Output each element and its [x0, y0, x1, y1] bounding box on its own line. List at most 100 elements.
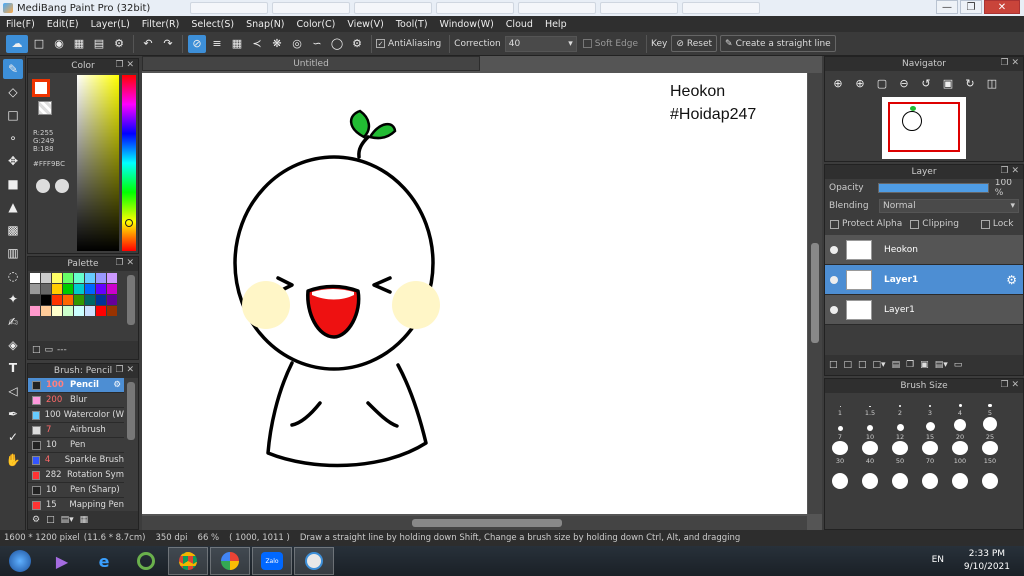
- circle-snap-icon[interactable]: ◯: [328, 35, 346, 53]
- palette-swatch[interactable]: [63, 295, 73, 305]
- clipping-checkbox[interactable]: [910, 219, 920, 229]
- zoom-out-icon[interactable]: ⊖: [895, 74, 913, 92]
- brush-size-option[interactable]: [945, 465, 975, 489]
- palette-swatch[interactable]: [85, 284, 95, 294]
- palette-swatch[interactable]: [74, 273, 84, 283]
- menu-tool[interactable]: Tool(T): [390, 19, 434, 30]
- brush-size-option[interactable]: [915, 465, 945, 489]
- visual-studio-icon[interactable]: ▶: [42, 547, 82, 575]
- snap-settings-icon[interactable]: ⚙: [348, 35, 366, 53]
- layer-settings-icon[interactable]: ⚙: [1006, 273, 1017, 287]
- brush-size-option[interactable]: 7: [825, 417, 855, 441]
- reset-button[interactable]: ⊘ Reset: [671, 35, 718, 52]
- palette-swatch[interactable]: [107, 284, 117, 294]
- rotate-right-icon[interactable]: ↻: [961, 74, 979, 92]
- maximize-button[interactable]: ❐: [960, 0, 982, 14]
- export-icon[interactable]: ▤: [90, 35, 108, 53]
- document-tab[interactable]: Untitled: [142, 56, 480, 71]
- parallel-snap-icon[interactable]: ≡: [208, 35, 226, 53]
- brush-copy-icon[interactable]: ▦: [80, 515, 89, 525]
- brush-settings-icon[interactable]: ⚙: [113, 380, 121, 390]
- internet-explorer-icon[interactable]: e: [84, 547, 124, 575]
- save-icon[interactable]: ▦: [70, 35, 88, 53]
- brush-item[interactable]: 200 Blur: [28, 393, 124, 408]
- comment-icon[interactable]: ◉: [50, 35, 68, 53]
- brush-tool-icon[interactable]: ✎: [3, 59, 23, 79]
- menu-file[interactable]: File(F): [0, 19, 41, 30]
- select-pen-icon[interactable]: ✍: [3, 312, 23, 332]
- language-indicator[interactable]: EN: [932, 555, 944, 565]
- brush-size-option[interactable]: 100: [945, 441, 975, 465]
- brush-size-option[interactable]: [975, 465, 1005, 489]
- palette-scrollbar[interactable]: [127, 275, 135, 325]
- select-eraser-icon[interactable]: ◈: [3, 335, 23, 355]
- eyedropper-icon[interactable]: ✒: [3, 404, 23, 424]
- palette-swatch[interactable]: [30, 295, 40, 305]
- brush-settings-icon[interactable]: ⚙: [32, 515, 40, 525]
- blending-select[interactable]: Normal ▾: [879, 199, 1019, 213]
- layer-row-layer1[interactable]: Layer1: [825, 295, 1023, 325]
- brush-size-option[interactable]: 40: [855, 441, 885, 465]
- brush-item[interactable]: 282 Rotation Sym: [28, 468, 124, 483]
- brush-item[interactable]: 10 Pen: [28, 438, 124, 453]
- navigator-preview[interactable]: [882, 97, 966, 159]
- magic-wand-icon[interactable]: ✦: [3, 289, 23, 309]
- brush-size-option[interactable]: 2: [885, 393, 915, 417]
- undo-icon[interactable]: ↶: [139, 35, 157, 53]
- menu-window[interactable]: Window(W): [434, 19, 500, 30]
- dot-tool-icon[interactable]: ∘: [3, 128, 23, 148]
- new-layer-icon[interactable]: □: [829, 360, 838, 370]
- grid-snap-icon[interactable]: ▦: [228, 35, 246, 53]
- rotate-left-icon[interactable]: ↺: [917, 74, 935, 92]
- menu-color[interactable]: Color(C): [291, 19, 342, 30]
- menu-view[interactable]: View(V): [341, 19, 389, 30]
- brush-size-option[interactable]: [855, 465, 885, 489]
- panel-controls[interactable]: ❐ ✕: [116, 365, 134, 375]
- panel-controls[interactable]: ❐ ✕: [1001, 58, 1019, 68]
- add-brush-icon[interactable]: □: [46, 515, 55, 525]
- pen-operation-icon[interactable]: ✓: [3, 427, 23, 447]
- foreground-color-swatch[interactable]: [32, 79, 50, 97]
- divide-tool-icon[interactable]: ◁: [3, 381, 23, 401]
- palette-swatch[interactable]: [96, 284, 106, 294]
- merge-down-icon[interactable]: ▣: [920, 360, 929, 370]
- visibility-eye-icon[interactable]: [830, 275, 838, 284]
- edge-chromium-icon[interactable]: [210, 547, 250, 575]
- redo-icon[interactable]: ↷: [159, 35, 177, 53]
- color-wheel-icon[interactable]: [36, 179, 50, 193]
- menu-edit[interactable]: Edit(E): [41, 19, 85, 30]
- palette-swatch[interactable]: [30, 306, 40, 316]
- brush-size-option[interactable]: 70: [915, 441, 945, 465]
- antialiasing-checkbox[interactable]: ✓: [376, 39, 385, 48]
- brush-item[interactable]: 4 Sparkle Brush: [28, 453, 124, 468]
- actual-size-icon[interactable]: ▣: [939, 74, 957, 92]
- coccoc-icon[interactable]: [126, 547, 166, 575]
- brush-size-option[interactable]: 4: [945, 393, 975, 417]
- palette-swatch[interactable]: [107, 273, 117, 283]
- browser-tab[interactable]: [600, 2, 678, 14]
- fill-shape-tool-icon[interactable]: ■: [3, 174, 23, 194]
- brush-item[interactable]: 100 Pencil ⚙: [28, 378, 124, 393]
- browser-tab[interactable]: [190, 2, 268, 14]
- brush-size-option[interactable]: 5: [975, 393, 1005, 417]
- background-color-swatch[interactable]: [38, 101, 52, 115]
- select-tool-icon[interactable]: ▥: [3, 243, 23, 263]
- hue-slider-handle[interactable]: [125, 219, 133, 227]
- palette-swatch[interactable]: [74, 306, 84, 316]
- medibang-icon[interactable]: [294, 547, 334, 575]
- protect-alpha-checkbox[interactable]: [830, 219, 839, 229]
- palette-swatch[interactable]: [96, 295, 106, 305]
- vertical-scroll-thumb[interactable]: [811, 243, 819, 343]
- flip-icon[interactable]: ◫: [983, 74, 1001, 92]
- palette-swatch[interactable]: [30, 284, 40, 294]
- bucket-tool-icon[interactable]: ▲: [3, 197, 23, 217]
- delete-palette-icon[interactable]: ▭: [45, 345, 54, 355]
- panel-controls[interactable]: ❐ ✕: [116, 60, 134, 70]
- panel-controls[interactable]: ❐ ✕: [1001, 380, 1019, 390]
- palette-swatch[interactable]: [85, 306, 95, 316]
- vertical-scrollbar[interactable]: [808, 73, 822, 514]
- browser-tab[interactable]: [682, 2, 760, 14]
- menu-cloud[interactable]: Cloud: [500, 19, 539, 30]
- layer-row-layer1-selected[interactable]: Layer1 ⚙: [825, 265, 1023, 295]
- menu-filter[interactable]: Filter(R): [136, 19, 186, 30]
